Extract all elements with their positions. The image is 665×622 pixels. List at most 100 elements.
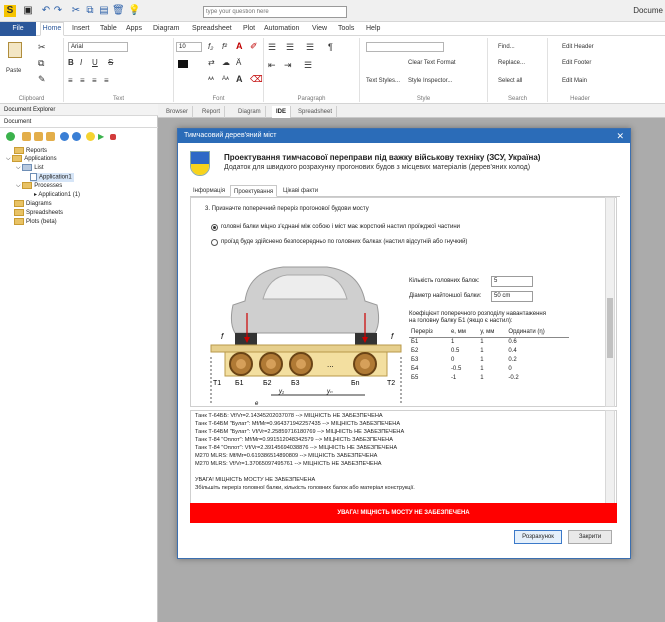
help-bulb-icon[interactable]: 💡 <box>128 5 140 17</box>
tab-diagram[interactable]: Diagram <box>153 22 179 36</box>
tree-item-processes[interactable]: ⌵ Processes <box>16 182 62 190</box>
tab-ide[interactable]: IDE <box>272 106 292 118</box>
tab-spreadsheet-doc[interactable]: Spreadsheet <box>294 106 338 118</box>
text-styles-button[interactable]: Text Styles... <box>366 78 400 84</box>
highlight-icon[interactable]: ✐ <box>250 41 258 52</box>
edit-header-button[interactable]: Edit Header <box>562 44 594 50</box>
run-icon[interactable]: ▶ <box>98 132 107 141</box>
tree-item-application1-1[interactable]: ▸ Application1 (1) <box>34 191 80 199</box>
scroll-thumb[interactable] <box>607 298 613 358</box>
diameter-input[interactable]: 50 cm <box>491 291 533 302</box>
tab-table[interactable]: Table <box>100 22 117 36</box>
link-icon[interactable]: ⇄ <box>208 58 215 67</box>
tab-insert[interactable]: Insert <box>72 22 90 36</box>
numbering-icon[interactable]: ☰ <box>286 42 294 53</box>
replace-button[interactable]: Replace... <box>498 60 525 66</box>
refresh-icon[interactable] <box>60 132 69 141</box>
tab-plot[interactable]: Plot <box>243 22 255 36</box>
indent-icon[interactable]: ☰ <box>306 42 314 53</box>
tab-design[interactable]: Проектування <box>230 185 278 197</box>
tab-report[interactable]: Report <box>198 106 226 118</box>
font-name-select[interactable]: Arial <box>68 42 128 52</box>
copy-icon[interactable]: ⧉ <box>38 58 44 69</box>
tab-facts[interactable]: Цікаві факти <box>280 185 321 197</box>
tab-view[interactable]: View <box>312 22 327 36</box>
strikethrough-button[interactable]: S <box>108 58 113 67</box>
cut-icon[interactable]: ✂ <box>70 5 82 17</box>
document-icon[interactable] <box>46 132 55 141</box>
undo-icon[interactable]: ↶ <box>40 5 52 17</box>
style-select[interactable] <box>366 42 444 52</box>
select-all-button[interactable]: Select all <box>498 78 522 84</box>
design-scrollbar[interactable] <box>605 197 615 407</box>
bulb-icon[interactable] <box>86 132 95 141</box>
fill-color-icon[interactable] <box>178 60 188 68</box>
copy-icon[interactable]: ⧉ <box>84 5 96 17</box>
tab-info[interactable]: Інформація <box>190 185 228 197</box>
tab-apps[interactable]: Apps <box>126 22 142 36</box>
tree-item-list[interactable]: ⌵ List <box>16 164 44 172</box>
font-color-icon[interactable]: A <box>236 41 243 51</box>
radio-rigid-deck[interactable] <box>211 224 218 231</box>
save-icon[interactable]: ▣ <box>22 5 34 17</box>
clear-text-format-button[interactable]: Clear Text Format <box>408 60 456 66</box>
line-spacing-icon[interactable]: ☰ <box>304 60 312 71</box>
align-right-icon[interactable]: ≡ <box>92 76 97 85</box>
edit-main-button[interactable]: Edit Main <box>562 78 587 84</box>
report-icon[interactable] <box>22 132 31 141</box>
close-icon[interactable]: ✕ <box>616 129 624 143</box>
calculate-button[interactable]: Розрахунок <box>514 530 562 544</box>
tree-item-spreadsheets[interactable]: Spreadsheets <box>14 209 63 217</box>
beams-input[interactable]: 5 <box>491 276 533 287</box>
question-input[interactable] <box>203 6 347 18</box>
justify-icon[interactable]: ≡ <box>104 76 109 85</box>
increase-indent-icon[interactable]: ⇥ <box>284 60 292 71</box>
file-tab[interactable]: File <box>0 22 36 36</box>
grow-font-icon[interactable]: Aᴀ <box>222 76 229 82</box>
paste-icon[interactable]: ▤ <box>98 5 110 17</box>
tree-item-reports[interactable]: Reports <box>14 147 47 155</box>
tab-diagram-doc[interactable]: Diagram <box>234 106 266 118</box>
add-icon[interactable] <box>6 132 15 141</box>
style-inspector-button[interactable]: Style Inspector... <box>408 78 452 84</box>
italic-button[interactable]: I <box>80 58 82 67</box>
tree-item-diagrams[interactable]: Diagrams <box>14 200 52 208</box>
image-icon[interactable]: ☁ <box>222 58 230 67</box>
folder-icon[interactable] <box>34 132 43 141</box>
bold-button[interactable]: B <box>68 58 74 67</box>
tab-automation[interactable]: Automation <box>264 22 299 36</box>
tree-item-application1[interactable]: Application1 <box>30 173 74 182</box>
tab-browser[interactable]: Browser <box>162 106 194 118</box>
tab-home[interactable]: Home <box>40 22 64 36</box>
font-size-select[interactable]: 10 <box>176 42 202 52</box>
case-icon[interactable]: A <box>236 74 243 84</box>
paste-large-icon[interactable] <box>8 42 22 58</box>
bullets-icon[interactable]: ☰ <box>268 42 276 53</box>
find-button[interactable]: Find... <box>498 44 515 50</box>
tree-item-applications[interactable]: ⌵ Applications <box>6 155 57 163</box>
tree-item-plots[interactable]: Plots (beta) <box>14 218 57 226</box>
edit-footer-button[interactable]: Edit Footer <box>562 60 591 66</box>
align-center-icon[interactable]: ≡ <box>80 76 85 85</box>
subscript-icon[interactable]: f₂ <box>208 42 213 51</box>
text-color-icon[interactable]: Ä <box>236 58 241 67</box>
tab-help[interactable]: Help <box>366 22 380 36</box>
cut-icon[interactable]: ✂ <box>38 42 46 53</box>
shrink-font-icon[interactable]: ᴀᴀ <box>208 76 214 82</box>
info-icon[interactable] <box>72 132 81 141</box>
tab-tools[interactable]: Tools <box>338 22 354 36</box>
eraser-icon[interactable]: ⌫ <box>250 74 263 85</box>
pilcrow-icon[interactable]: ¶ <box>328 42 333 52</box>
format-painter-icon[interactable]: ✎ <box>38 74 46 85</box>
delete-icon[interactable]: 🗑 <box>112 5 125 17</box>
redo-icon[interactable]: ↷ <box>52 5 64 17</box>
underline-button[interactable]: U <box>92 58 98 67</box>
align-left-icon[interactable]: ≡ <box>68 76 73 85</box>
paste-button[interactable]: Paste <box>6 68 21 74</box>
superscript-icon[interactable]: f² <box>222 42 227 51</box>
output-scrollbar[interactable] <box>605 410 615 505</box>
tab-spreadsheet[interactable]: Spreadsheet <box>192 22 232 36</box>
radio-no-deck[interactable] <box>211 239 218 246</box>
close-button[interactable]: Закрити <box>568 530 612 544</box>
decrease-indent-icon[interactable]: ⇤ <box>268 60 276 71</box>
